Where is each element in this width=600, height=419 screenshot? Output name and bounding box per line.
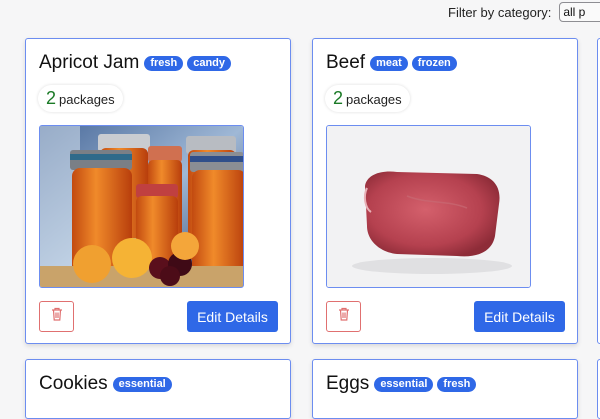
delete-button[interactable]	[326, 301, 361, 332]
product-image-beef	[326, 125, 531, 288]
card-title: Beef meat frozen	[326, 52, 461, 74]
edit-details-button[interactable]: Edit Details	[187, 301, 278, 332]
category-badge-frozen: frozen	[411, 55, 457, 71]
product-image-apricot-jam	[39, 125, 244, 288]
package-count-pill: 2 packages	[325, 85, 410, 112]
product-name: Beef	[326, 52, 366, 73]
product-card-apricot-jam: Apricot Jam fresh candy 2 packages Edit …	[25, 38, 291, 344]
product-name: Apricot Jam	[39, 52, 140, 73]
category-badge-fresh: fresh	[144, 55, 184, 71]
trash-icon	[338, 307, 350, 326]
category-badge-meat: meat	[370, 55, 408, 71]
trash-icon	[51, 307, 63, 326]
product-name: Eggs	[326, 373, 370, 394]
category-select[interactable]: all p	[559, 2, 600, 22]
package-count-pill: 2 packages	[38, 85, 123, 112]
card-title: Apricot Jam fresh candy	[39, 52, 235, 74]
card-title: Eggs essential fresh	[326, 373, 480, 395]
delete-button[interactable]	[39, 301, 74, 332]
package-unit: packages	[59, 92, 115, 107]
edit-details-button[interactable]: Edit Details	[474, 301, 565, 332]
product-card-eggs: Eggs essential fresh	[312, 359, 578, 419]
category-badge-essential: essential	[112, 376, 172, 392]
category-badge-essential: essential	[374, 376, 434, 392]
package-count: 2	[333, 88, 344, 108]
package-count: 2	[46, 88, 57, 108]
product-card-cookies: Cookies essential	[25, 359, 291, 419]
category-badge-fresh: fresh	[437, 376, 477, 392]
product-name: Cookies	[39, 373, 108, 394]
category-badge-candy: candy	[187, 55, 232, 71]
filter-label: Filter by category:	[448, 4, 552, 20]
package-unit: packages	[346, 92, 402, 107]
product-card-beef: Beef meat frozen 2 packages Edit Details	[312, 38, 578, 344]
category-filter: Filter by category: all p	[448, 2, 600, 22]
card-title: Cookies essential	[39, 373, 176, 395]
